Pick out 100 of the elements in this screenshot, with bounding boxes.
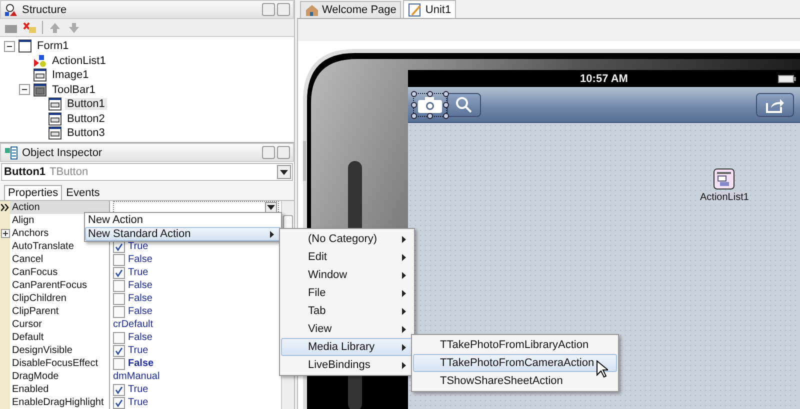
expand-toggle[interactable]: [0, 229, 10, 238]
double-chevron-icon: [1, 204, 9, 211]
window-icon: [18, 39, 32, 54]
property-value: True: [128, 267, 148, 278]
property-value: False: [128, 358, 154, 369]
tab[interactable]: Events: [62, 185, 104, 200]
menu-item[interactable]: View: [281, 320, 413, 338]
submenu-arrow-icon: [402, 236, 406, 242]
collapse-toggle[interactable]: [4, 40, 15, 52]
property-name: Cancel: [10, 253, 110, 266]
menu-item[interactable]: Window: [281, 266, 413, 284]
camera-icon: [415, 94, 445, 114]
document-pencil-icon: [408, 2, 422, 16]
property-name: AutoTranslate: [10, 240, 110, 253]
search-icon: [455, 96, 473, 114]
inspector-icon: [4, 146, 18, 160]
property-name: CanFocus: [10, 266, 110, 279]
panel-icon: [33, 82, 47, 97]
panel-title: Structure: [22, 4, 68, 16]
control-icon: [48, 112, 62, 126]
property-value: False: [128, 254, 152, 265]
menu-item[interactable]: Edit: [281, 248, 413, 266]
checkbox[interactable]: [113, 280, 125, 292]
property-name: Enabled: [10, 383, 110, 396]
property-name: Default: [10, 331, 110, 344]
submenu-arrow-icon: [402, 308, 406, 314]
status-time: 10:57 AM: [580, 72, 628, 84]
tab[interactable]: Properties: [4, 185, 62, 200]
property-value: False: [128, 332, 152, 343]
checkbox[interactable]: [113, 332, 125, 344]
checkbox[interactable]: [113, 254, 125, 266]
share-button[interactable]: [756, 92, 794, 116]
property-value: True: [128, 241, 148, 252]
checkbox[interactable]: [113, 306, 125, 318]
tree-item[interactable]: Button3: [65, 127, 107, 140]
property-name: EnableDragHighlight: [10, 396, 110, 409]
property-value: True: [128, 345, 148, 356]
tree-item[interactable]: Form1: [35, 40, 71, 52]
collapse-toggle[interactable]: [19, 84, 30, 96]
tree-item[interactable]: ActionList1: [50, 54, 108, 67]
caret-icon[interactable]: [267, 205, 275, 210]
checkbox[interactable]: [113, 384, 125, 396]
mouse-cursor-icon: [596, 360, 608, 378]
battery-icon: [778, 75, 796, 83]
submenu-arrow-icon: [402, 290, 406, 296]
checkbox[interactable]: [113, 358, 125, 370]
menu-item[interactable]: TShowShareSheetAction: [413, 372, 617, 390]
submenu-arrow-icon: [402, 272, 406, 278]
menu-item[interactable]: TTakePhotoFromCameraAction: [413, 354, 617, 372]
caret-icon[interactable]: [280, 170, 288, 174]
property-name: Cursor: [10, 318, 110, 331]
component-icon[interactable]: [713, 168, 736, 190]
editor-tab[interactable]: Unit1: [403, 0, 456, 18]
close-button[interactable]: [277, 3, 290, 16]
menu-item[interactable]: (No Category): [281, 230, 413, 248]
checkbox[interactable]: [113, 266, 125, 278]
menu-item[interactable]: TTakePhotoFromLibraryAction: [413, 336, 617, 354]
component-label: ActionList1: [700, 192, 749, 203]
house-icon: [305, 3, 319, 17]
pin-button[interactable]: [262, 3, 275, 16]
menu-item[interactable]: Media Library: [281, 338, 413, 356]
checkbox[interactable]: [113, 344, 125, 356]
tree-item[interactable]: Image1: [50, 69, 91, 82]
property-name: ClipChildren: [10, 292, 110, 305]
menu-item[interactable]: Tab: [281, 302, 413, 320]
submenu-arrow-icon: [402, 362, 406, 368]
search-button[interactable]: [447, 92, 481, 116]
tree-item[interactable]: Button1: [65, 98, 107, 110]
magnifier-shapes-icon: [4, 2, 18, 16]
editor-tab[interactable]: Welcome Page: [300, 1, 402, 18]
property-value: False: [128, 280, 152, 291]
panel-title: Object Inspector: [22, 146, 104, 158]
submenu-arrow-icon: [402, 326, 406, 332]
property-name: ClipParent: [10, 305, 110, 318]
property-name: Action: [10, 201, 110, 214]
checkbox[interactable]: [113, 292, 125, 304]
tree-item[interactable]: ToolBar1: [50, 84, 98, 96]
control-icon: [48, 126, 62, 140]
property-value: crDefault: [113, 319, 154, 330]
property-value: True: [128, 397, 148, 408]
object-selector[interactable]: Button1 TButton: [1, 163, 293, 181]
property-value: True: [128, 384, 148, 395]
tree-item[interactable]: Button2: [65, 112, 107, 125]
property-value: dmManual: [113, 371, 160, 382]
menu-item[interactable]: LiveBindings: [281, 356, 413, 374]
menu-item[interactable]: New Standard Action: [85, 227, 281, 241]
property-value: False: [128, 306, 152, 317]
close-button[interactable]: [277, 146, 290, 159]
property-name: CanParentFocus: [10, 279, 110, 292]
submenu-arrow-icon: [402, 254, 406, 260]
submenu-arrow-icon: [402, 344, 406, 350]
menu-item[interactable]: File: [281, 284, 413, 302]
property-name: DragMode: [10, 370, 110, 383]
delete-icon[interactable]: [23, 20, 37, 34]
property-name: DesignVisible: [10, 344, 110, 357]
camera-button[interactable]: [413, 92, 447, 116]
pin-button[interactable]: [262, 146, 275, 159]
checkbox[interactable]: [113, 396, 125, 408]
property-name: DisableFocusEffect: [10, 357, 110, 370]
property-value: False: [128, 293, 152, 304]
